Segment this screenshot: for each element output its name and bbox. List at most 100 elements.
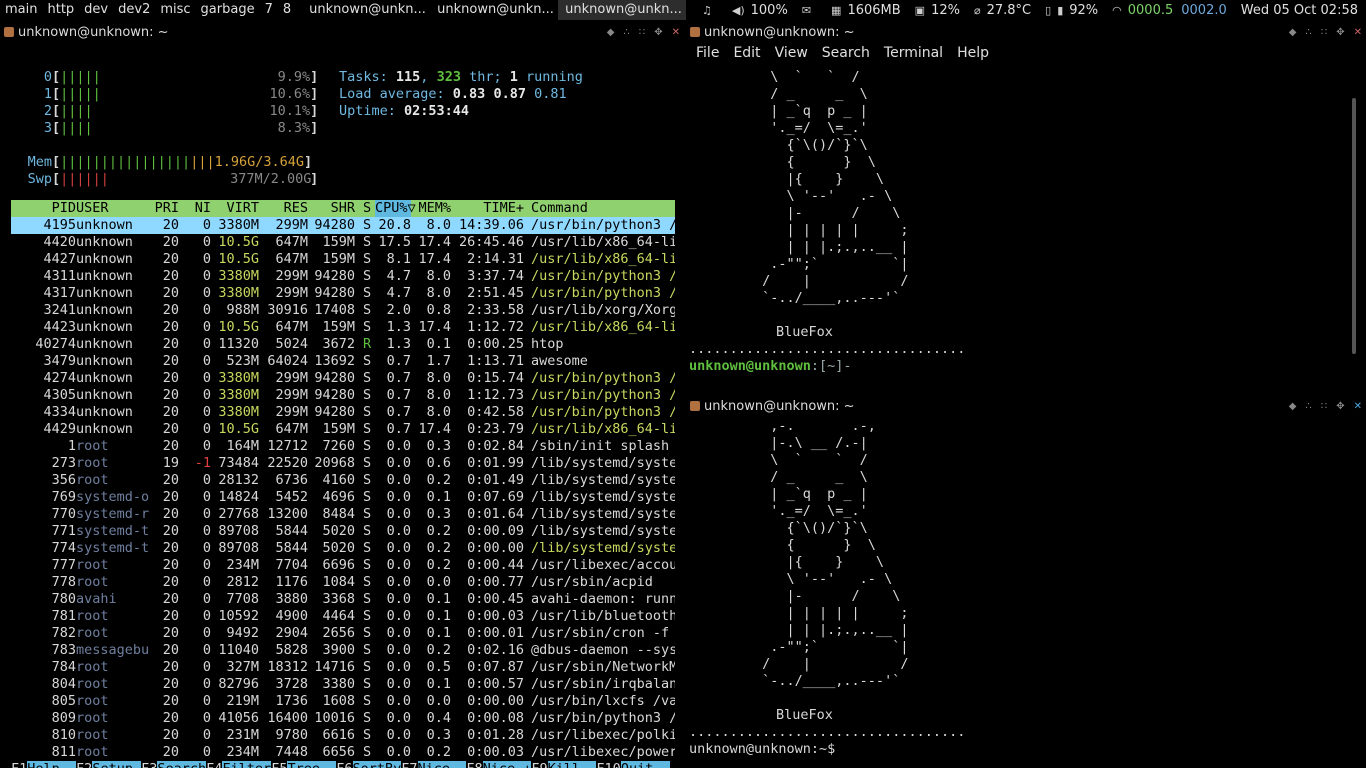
close-icon[interactable]: ✕ xyxy=(672,27,680,38)
table-row[interactable]: 774 systemd-t 20 0 89708 5844 5020 S 0.0 0.2 0:00.… xyxy=(11,540,675,557)
table-row[interactable]: 356 root 20 0 28132 6736 4160 S 0.0 0.2 0:01.49/li… xyxy=(11,472,675,489)
column-header-virt[interactable]: VIRT xyxy=(211,200,259,217)
terminal-titlebar[interactable]: unknown@unknown: ~ ◆ ∴ ∷ ✥ ✕ xyxy=(686,22,1366,42)
volume-widget[interactable]: ◀) 100% xyxy=(732,0,788,20)
maximize-icon[interactable]: ✥ xyxy=(1336,401,1344,412)
table-row[interactable]: 769 systemd-o 20 0 14824 5452 4696 S 0.0 0.1 0:07.… xyxy=(11,489,675,506)
table-row[interactable]: 3479 unknown 20 0 523M 64024 13692 S 0.7 1.7 1:13.… xyxy=(11,353,675,370)
fkey-f8[interactable]: F8Nice + xyxy=(466,761,532,768)
close-icon[interactable]: ✕ xyxy=(1354,27,1362,38)
column-header-pri[interactable]: PRI xyxy=(151,200,179,217)
fkey-f2[interactable]: F2Setup xyxy=(76,761,142,768)
table-row[interactable]: 3241 unknown 20 0 988M 30916 17408 S 2.0 0.8 2:33.… xyxy=(11,302,675,319)
terminal-window-top[interactable]: unknown@unknown: ~ ◆ ∴ ∷ ✥ ✕ File Edit Vie… xyxy=(686,22,1366,394)
table-row[interactable]: 4311 unknown 20 0 3380M 299M 94280 S 4.7 8.0 3:37.… xyxy=(11,268,675,285)
fkey-f4[interactable]: F4Filter xyxy=(206,761,272,768)
column-header-cpu[interactable]: CPU%▽ xyxy=(375,200,416,217)
clock-widget[interactable]: Wed 05 Oct 02:58 xyxy=(1241,0,1358,20)
column-header-user[interactable]: USER xyxy=(76,200,156,217)
column-header-mem[interactable]: MEM% xyxy=(413,200,451,217)
table-row[interactable]: 4334 unknown 20 0 3380M 299M 94280 S 0.7 8.0 0:42.… xyxy=(11,404,675,421)
ontop-icon[interactable]: ∷ xyxy=(639,27,645,38)
table-row[interactable]: 4195 unknown 20 0 3380M 299M 94280 S 20.8 8.0 14:3… xyxy=(11,217,675,234)
table-row[interactable]: 781 root 20 0 10592 4900 4464 S 0.0 0.1 0:00.03/us… xyxy=(11,608,675,625)
table-row[interactable]: 771 systemd-t 20 0 89708 5844 5020 S 0.0 0.2 0:00.… xyxy=(11,523,675,540)
workspace-tag-main[interactable]: main xyxy=(0,0,42,20)
htop-window[interactable]: unknown@unknown: ~ ◆ ∴ ∷ ✥ ✕ 0[||||| 9.9%… xyxy=(0,22,684,768)
shell-prompt[interactable]: unknown@unknown:~$ xyxy=(689,741,965,758)
table-row[interactable]: 784 root 20 0 327M 18312 14716 S 0.0 0.5 0:07.87/u… xyxy=(11,659,675,676)
process-table-header[interactable]: PID USER PRI NI VIRT RES SHR S CPU%▽ MEM% TIME+ Com… xyxy=(11,200,675,217)
menu-search[interactable]: Search xyxy=(822,45,870,61)
table-row[interactable]: 4427 unknown 20 0 10.5G 647M 159M S 8.1 17.4 2:14.… xyxy=(11,251,675,268)
floating-icon[interactable]: ◆ xyxy=(607,27,615,38)
table-row[interactable]: 4429 unknown 20 0 10.5G 647M 159M S 0.7 17.4 0:23.… xyxy=(11,421,675,438)
fkey-f3[interactable]: F3Search xyxy=(141,761,207,768)
fkey-f1[interactable]: F1Help xyxy=(11,761,77,768)
column-header-s[interactable]: S xyxy=(363,200,375,217)
workspace-tag-misc[interactable]: misc xyxy=(155,0,195,20)
htop-titlebar[interactable]: unknown@unknown: ~ ◆ ∴ ∷ ✥ ✕ xyxy=(0,22,684,42)
column-header-pid[interactable]: PID xyxy=(11,200,76,217)
music-widget[interactable]: ♫ xyxy=(702,0,718,20)
menu-terminal[interactable]: Terminal xyxy=(884,45,943,61)
process-table[interactable]: 4195 unknown 20 0 3380M 299M 94280 S 20.8 8.0 14:3… xyxy=(11,217,675,761)
workspace-tag-garbage[interactable]: garbage xyxy=(196,0,260,20)
ontop-icon[interactable]: ∷ xyxy=(1321,401,1327,412)
table-row[interactable]: 4305 unknown 20 0 3380M 299M 94280 S 0.7 8.0 1:12.… xyxy=(11,387,675,404)
table-row[interactable]: 810 root 20 0 231M 9780 6616 S 0.0 0.3 0:01.28/usr… xyxy=(11,727,675,744)
mail-widget[interactable]: ✉ xyxy=(802,0,817,20)
task-button[interactable]: unknown@unkn... xyxy=(558,0,687,20)
table-row[interactable]: 805 root 20 0 219M 1736 1608 S 0.0 0.0 0:00.00/usr… xyxy=(11,693,675,710)
table-row[interactable]: 4274 unknown 20 0 3380M 299M 94280 S 0.7 8.0 0:15.… xyxy=(11,370,675,387)
table-row[interactable]: 804 root 20 0 82796 3728 3380 S 0.0 0.1 0:00.57/us… xyxy=(11,676,675,693)
ontop-icon[interactable]: ∷ xyxy=(1321,27,1327,38)
workspace-tag-dev[interactable]: dev xyxy=(79,0,113,20)
fkey-f5[interactable]: F5Tree xyxy=(271,761,337,768)
table-row[interactable]: 783 messagebu 20 0 11040 5828 3900 S 0.0 0.2 0:02.… xyxy=(11,642,675,659)
task-button[interactable]: unknown@unkn... xyxy=(302,0,430,20)
table-row[interactable]: 4317 unknown 20 0 3380M 299M 94280 S 4.7 8.0 2:51.… xyxy=(11,285,675,302)
terminal-scrollbar[interactable] xyxy=(1352,98,1356,354)
close-icon[interactable]: ✕ xyxy=(1354,401,1362,412)
floating-icon[interactable]: ◆ xyxy=(1289,27,1297,38)
terminal-titlebar[interactable]: unknown@unknown: ~ ◆ ∴ ∷ ✥ ✕ xyxy=(686,396,1366,416)
table-row[interactable]: 4423 unknown 20 0 10.5G 647M 159M S 1.3 17.4 1:12.… xyxy=(11,319,675,336)
table-row[interactable]: 811 root 20 0 234M 7448 6656 S 0.0 0.2 0:00.03/usr… xyxy=(11,744,675,761)
maximize-icon[interactable]: ✥ xyxy=(654,27,662,38)
fkey-f9[interactable]: F9Kill xyxy=(531,761,597,768)
workspace-tag-dev2[interactable]: dev2 xyxy=(113,0,155,20)
shell-prompt[interactable]: unknown@unknown:[~]- xyxy=(689,358,965,375)
table-row[interactable]: 4420 unknown 20 0 10.5G 647M 159M S 17.5 17.4 26:4… xyxy=(11,234,675,251)
table-row[interactable]: 782 root 20 0 9492 2904 2656 S 0.0 0.1 0:00.01/usr… xyxy=(11,625,675,642)
column-header-res[interactable]: RES xyxy=(261,200,308,217)
fkey-f6[interactable]: F6SortBy xyxy=(336,761,402,768)
terminal-window-bottom[interactable]: unknown@unknown: ~ ◆ ∴ ∷ ✥ ✕ ,-. .-, |-.… xyxy=(686,394,1366,768)
table-row[interactable]: 273 root 19 -1 73484 22520 20968 S 0.0 0.6 0:01.99… xyxy=(11,455,675,472)
column-header-shr[interactable]: SHR xyxy=(309,200,355,217)
sticky-icon[interactable]: ∴ xyxy=(623,27,629,38)
sticky-icon[interactable]: ∴ xyxy=(1305,401,1311,412)
sticky-icon[interactable]: ∴ xyxy=(1305,27,1311,38)
table-row[interactable]: 778 root 20 0 2812 1176 1084 S 0.0 0.0 0:00.77/usr… xyxy=(11,574,675,591)
workspace-tag-http[interactable]: http xyxy=(42,0,79,20)
table-row[interactable]: 777 root 20 0 234M 7704 6696 S 0.0 0.2 0:00.44/usr… xyxy=(11,557,675,574)
table-row[interactable]: 770 systemd-r 20 0 27768 13200 8484 S 0.0 0.3 0:01… xyxy=(11,506,675,523)
maximize-icon[interactable]: ✥ xyxy=(1336,27,1344,38)
table-row[interactable]: 780 avahi 20 0 7708 3880 3368 S 0.0 0.1 0:00.45 ava… xyxy=(11,591,675,608)
floating-icon[interactable]: ◆ xyxy=(1289,401,1297,412)
menu-file[interactable]: File xyxy=(696,45,719,61)
table-row[interactable]: 809 root 20 0 41056 16400 10016 S 0.0 0.4 0:00.08 /… xyxy=(11,710,675,727)
table-row[interactable]: 40274 unknown 20 0 11320 5024 3672 R 1.3 0.1 0:00.… xyxy=(11,336,675,353)
fkey-f7[interactable]: F7Nice - xyxy=(401,761,467,768)
column-header-ni[interactable]: NI xyxy=(181,200,211,217)
workspace-tag-7[interactable]: 7 xyxy=(260,0,278,20)
table-row[interactable]: 1 root 20 0 164M 12712 7260 S 0.0 0.3 0:02.84/sbin… xyxy=(11,438,675,455)
menu-view[interactable]: View xyxy=(775,45,808,61)
menu-help[interactable]: Help xyxy=(957,45,989,61)
menu-edit[interactable]: Edit xyxy=(733,45,760,61)
task-button[interactable]: unknown@unkn... xyxy=(430,0,558,20)
workspace-tag-8[interactable]: 8 xyxy=(278,0,296,20)
column-header-cmd[interactable]: Command xyxy=(531,200,675,217)
column-header-time[interactable]: TIME+ xyxy=(451,200,524,217)
